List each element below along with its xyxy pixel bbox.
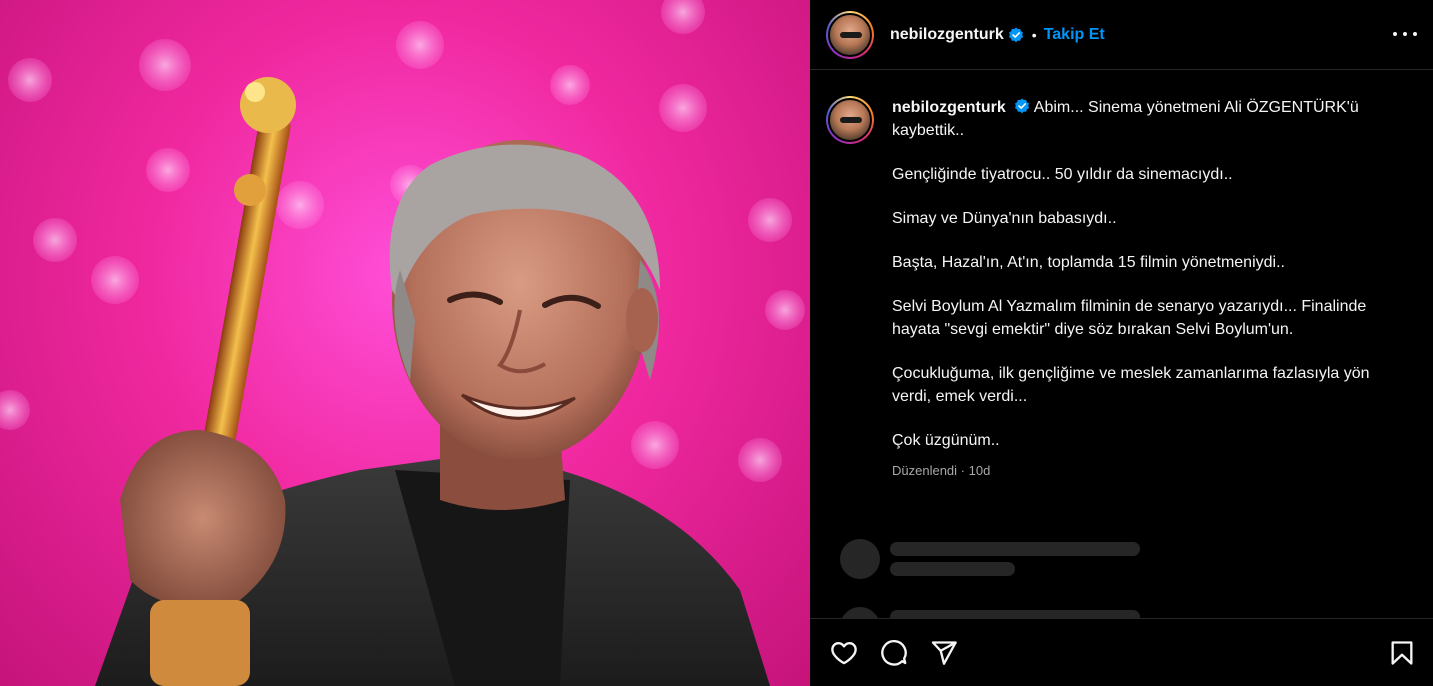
more-options-icon[interactable] bbox=[1393, 24, 1417, 44]
caption-first-paragraph: nebilozgenturk Abim... Sinema yönetmeni … bbox=[892, 96, 1412, 142]
verified-badge-icon bbox=[1008, 27, 1023, 42]
post-age[interactable]: 10d bbox=[969, 463, 991, 478]
post-meta: Düzenlendi · 10d bbox=[892, 459, 1412, 482]
caption-paragraph: Çok üzgünüm.. bbox=[892, 432, 1000, 449]
caption-paragraph: Çocukluğuma, ilk gençliğime ve meslek za… bbox=[892, 365, 1370, 405]
meta-dot: · bbox=[960, 463, 966, 478]
post-header: nebilozgenturk • Takip Et bbox=[810, 0, 1433, 70]
edited-label: Düzenlendi bbox=[892, 463, 958, 478]
comment-icon[interactable] bbox=[880, 639, 908, 667]
post-caption: nebilozgenturk Abim... Sinema yönetmeni … bbox=[826, 96, 1426, 482]
author-avatar[interactable] bbox=[826, 10, 874, 59]
caption-body: nebilozgenturk Abim... Sinema yönetmeni … bbox=[892, 96, 1412, 482]
caption-author-avatar[interactable] bbox=[826, 96, 874, 144]
skeleton-line bbox=[890, 542, 1140, 556]
send-icon[interactable] bbox=[930, 639, 958, 667]
caption-username[interactable]: nebilozgenturk bbox=[892, 99, 1006, 116]
follow-button[interactable]: Takip Et bbox=[1044, 26, 1105, 44]
skeleton-avatar bbox=[840, 539, 880, 579]
post-side-panel: nebilozgenturk • Takip Et nebilozgenturk… bbox=[810, 0, 1433, 686]
caption-paragraph: Simay ve Dünya'nın babasıydı.. bbox=[892, 210, 1117, 227]
skeleton-line bbox=[890, 562, 1015, 576]
verified-badge-icon bbox=[1015, 98, 1030, 114]
caption-paragraph: Gençliğinde tiyatrocu.. 50 yıldır da sin… bbox=[892, 166, 1233, 183]
post-photo-illustration bbox=[0, 0, 805, 686]
caption-paragraph: Selvi Boylum Al Yazmalım filminin de sen… bbox=[892, 298, 1367, 338]
post-photo[interactable] bbox=[0, 0, 810, 686]
author-username[interactable]: nebilozgenturk bbox=[890, 26, 1004, 44]
post-action-bar bbox=[810, 618, 1433, 686]
separator-dot: • bbox=[1031, 26, 1037, 43]
bookmark-icon[interactable] bbox=[1388, 639, 1416, 667]
caption-paragraph: Başta, Hazal'ın, At'ın, toplamda 15 film… bbox=[892, 254, 1285, 271]
heart-icon[interactable] bbox=[830, 639, 858, 667]
